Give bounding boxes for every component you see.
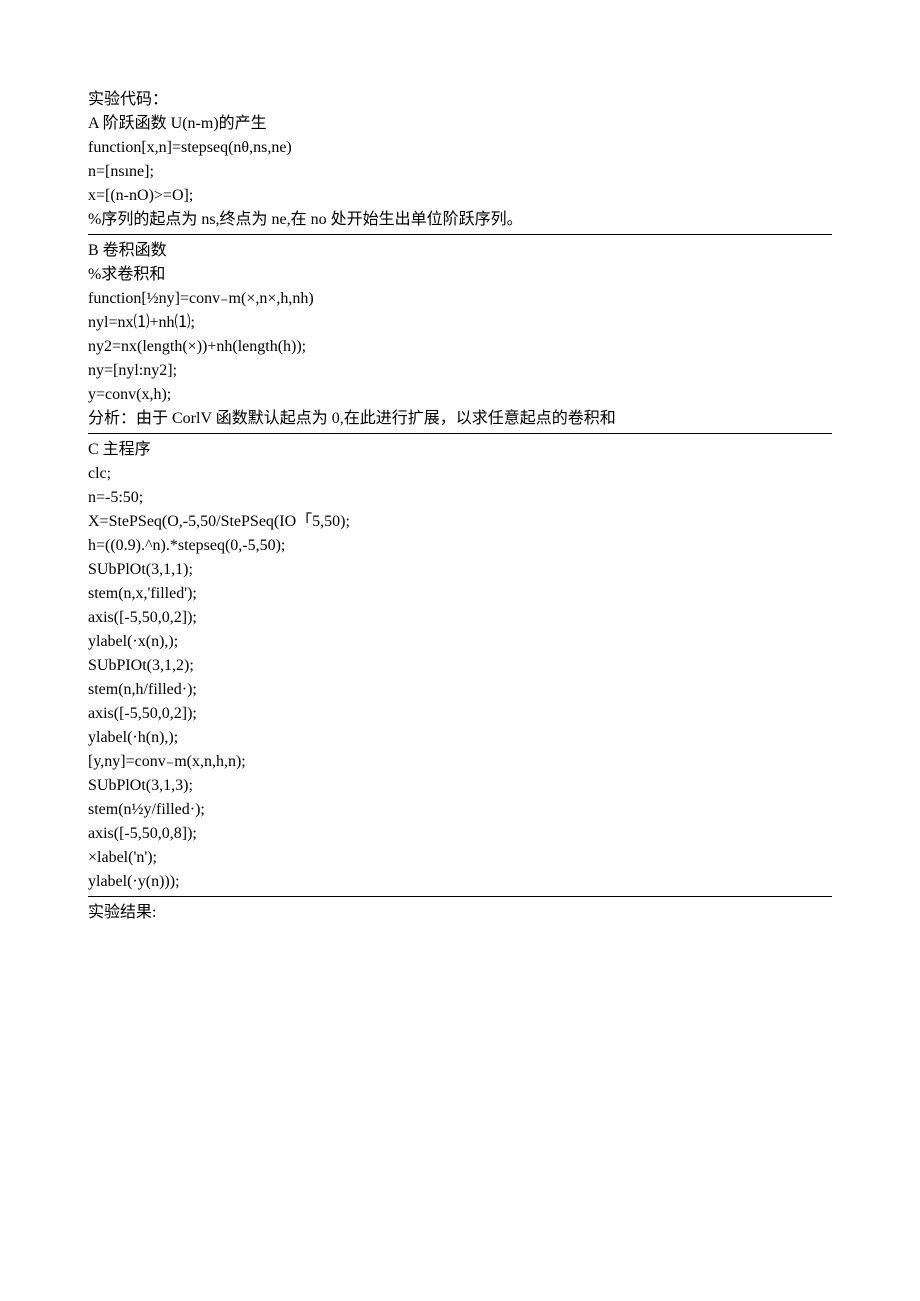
code-line: axis([-5,50,0,2]); [88, 606, 832, 630]
section-c-title: C 主程序 [88, 438, 832, 462]
code-line: n=[nsıne]; [88, 160, 832, 184]
experiment-code-header: 实验代码： [88, 88, 832, 112]
code-line: SUbPlOt(3,1,1); [88, 558, 832, 582]
code-line: stem(n,h/filled·); [88, 678, 832, 702]
code-line: SUbPIOt(3,1,2); [88, 654, 832, 678]
code-line: nyl=nx⑴+nh⑴; [88, 311, 832, 335]
code-line: stem(n,x,'filled'); [88, 582, 832, 606]
code-line: ylabel(·h(n),); [88, 726, 832, 750]
section-b-title: B 卷积函数 [88, 239, 832, 263]
code-line: X=StePSeq(O,-5,50/StePSeq(IO「5,50); [88, 510, 832, 534]
experiment-result-header: 实验结果: [88, 901, 832, 925]
section-a-title: A 阶跃函数 U(n-m)的产生 [88, 112, 832, 136]
code-line: n=-5:50; [88, 486, 832, 510]
code-line: h=((0.9).^n).*stepseq(0,-5,50); [88, 534, 832, 558]
code-line: function[x,n]=stepseq(nθ,ns,ne) [88, 136, 832, 160]
section-divider [88, 234, 832, 235]
code-line: [y,ny]=conv₋m(x,n,h,n); [88, 750, 832, 774]
code-line: y=conv(x,h); [88, 383, 832, 407]
code-line: axis([-5,50,0,8]); [88, 822, 832, 846]
section-divider [88, 896, 832, 897]
code-line: ny2=nx(length(×))+nh(length(h)); [88, 335, 832, 359]
code-line: %求卷积和 [88, 263, 832, 287]
code-line: %序列的起点为 ns,终点为 ne,在 no 处开始生出单位阶跃序列。 [88, 208, 832, 232]
section-divider [88, 433, 832, 434]
code-line: 分析：由于 CorlV 函数默认起点为 0,在此进行扩展，以求任意起点的卷积和 [88, 407, 832, 431]
code-line: stem(n½y/filled·); [88, 798, 832, 822]
code-line: ny=[nyl:ny2]; [88, 359, 832, 383]
code-line: ylabel(·y(n))); [88, 870, 832, 894]
code-line: axis([-5,50,0,2]); [88, 702, 832, 726]
document-page: 实验代码： A 阶跃函数 U(n-m)的产生 function[x,n]=ste… [0, 0, 920, 1301]
code-line: function[½ny]=conv₋m(×,n×,h,nh) [88, 287, 832, 311]
code-line: clc; [88, 462, 832, 486]
code-line: x=[(n-nO)>=O]; [88, 184, 832, 208]
code-line: SUbPlOt(3,1,3); [88, 774, 832, 798]
code-line: ×label('n'); [88, 846, 832, 870]
code-line: ylabel(·x(n),); [88, 630, 832, 654]
